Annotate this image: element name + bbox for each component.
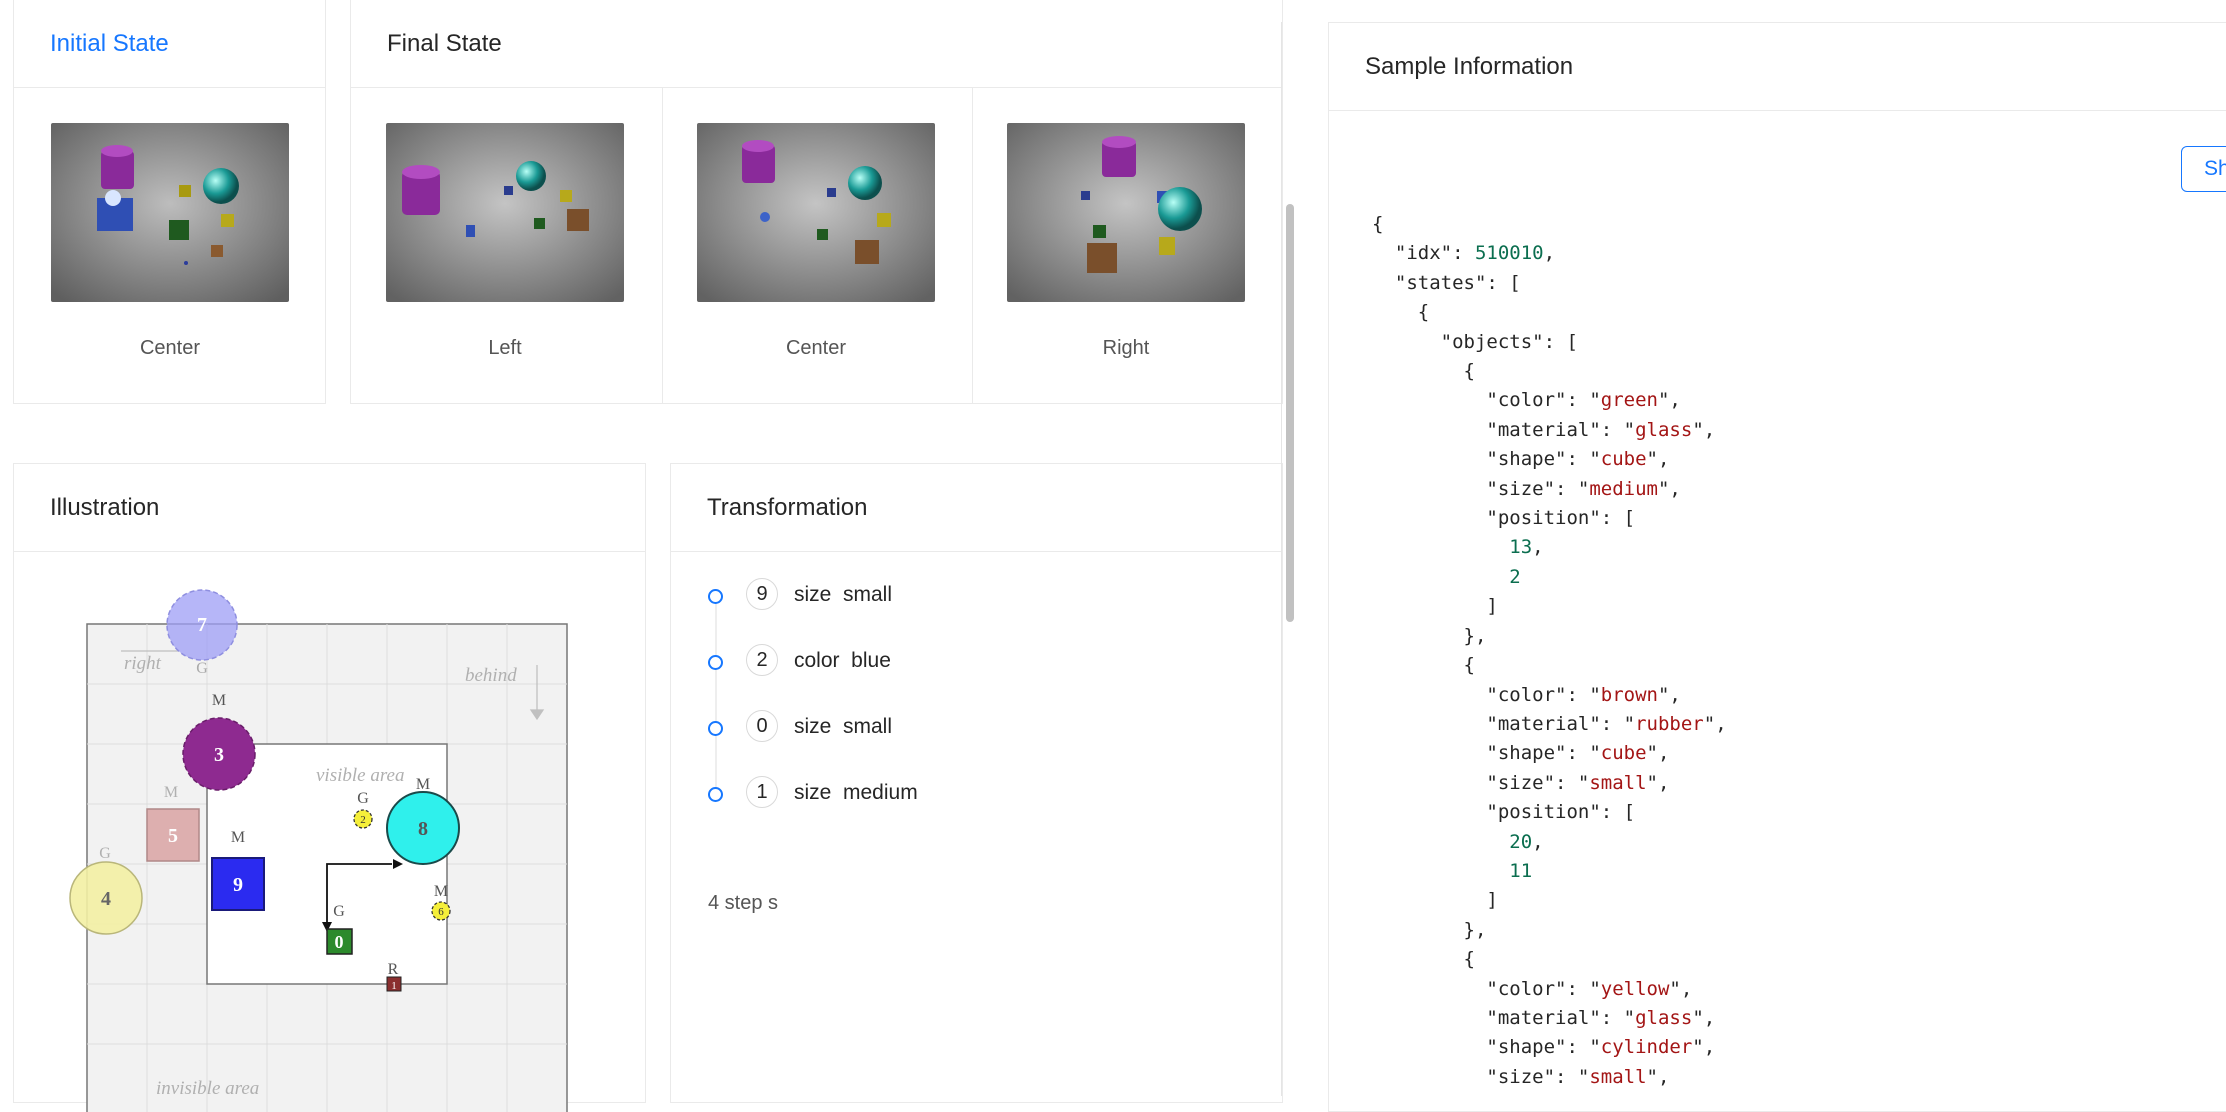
- json-value: brown: [1600, 683, 1658, 706]
- object-badge: 0: [746, 710, 778, 742]
- object-3-id: 3: [214, 744, 224, 766]
- initial-center-image: [51, 123, 289, 302]
- final-caption-left: Left: [488, 337, 522, 359]
- object-3-material: M: [212, 692, 226, 709]
- final-state-title[interactable]: Final State: [351, 0, 1282, 88]
- final-center-image: [697, 123, 935, 302]
- timeline-dot-icon: [708, 589, 723, 604]
- json-value: 11: [1509, 859, 1533, 882]
- object-0-material: G: [333, 903, 345, 920]
- final-divider-1: [662, 88, 663, 404]
- json-value: 13: [1509, 536, 1533, 559]
- final-caption-center: Center: [785, 337, 847, 359]
- json-value: 2: [1509, 565, 1521, 588]
- object-1-material: R: [388, 961, 399, 978]
- timeline: 9 size small 2 color blue 0 size small 1…: [708, 577, 1268, 877]
- json-value: green: [1600, 389, 1658, 412]
- step-description: color blue: [794, 649, 891, 672]
- step-description: size small: [794, 715, 893, 738]
- final-right-image: [1007, 123, 1245, 302]
- json-idx: 510010: [1474, 242, 1544, 265]
- json-value: cube: [1600, 742, 1647, 765]
- sample-info-title: Sample Information: [1329, 23, 2226, 111]
- object-2-material: G: [357, 790, 369, 807]
- object-9-id: 9: [233, 874, 243, 896]
- object-badge: 9: [746, 578, 778, 610]
- scene-render: [51, 123, 289, 302]
- illustration-card: Illustration visible area invisible area…: [13, 463, 646, 1112]
- json-value: cylinder: [1600, 1036, 1693, 1059]
- label-behind: behind: [465, 665, 517, 686]
- json-value: small: [1589, 1065, 1647, 1088]
- scene-render: [386, 123, 624, 302]
- illustration-diagram: visible area invisible area right behind…: [69, 589, 568, 1112]
- object-5-id: 5: [168, 825, 178, 847]
- initial-caption-center: Center: [139, 337, 201, 359]
- object-9-material: M: [231, 829, 245, 846]
- show-button[interactable]: Sh: [2181, 146, 2226, 192]
- final-divider-2: [972, 88, 973, 404]
- transformation-title: Transformation: [671, 464, 1282, 552]
- timeline-dot-icon: [708, 787, 723, 802]
- json-value: rubber: [1635, 712, 1704, 735]
- timeline-dot-icon: [708, 721, 723, 736]
- json-value: glass: [1635, 418, 1693, 441]
- object-4-material: G: [99, 845, 111, 862]
- object-4-id: 4: [101, 888, 111, 910]
- step-description: size small: [794, 583, 893, 606]
- object-badge: 1: [746, 776, 778, 808]
- scene-render: [1007, 123, 1245, 302]
- initial-state-title[interactable]: Initial State: [14, 0, 325, 88]
- step-summary: 4 step s: [708, 892, 779, 914]
- step-description: size medium: [794, 781, 918, 804]
- json-value: yellow: [1600, 977, 1670, 1000]
- json-value: cube: [1600, 448, 1647, 471]
- json-value: glass: [1635, 1006, 1693, 1029]
- timeline-line: [715, 597, 717, 795]
- object-0-id: 0: [335, 932, 344, 952]
- initial-state-card: Initial State Center: [13, 0, 326, 404]
- object-7-material: G: [196, 660, 208, 677]
- json-value: medium: [1589, 477, 1658, 500]
- object-5-material: M: [164, 784, 178, 801]
- final-caption-right: Right: [1102, 337, 1150, 359]
- label-visible-area: visible area: [316, 765, 404, 786]
- final-left-image: [386, 123, 624, 302]
- label-right: right: [124, 653, 162, 674]
- final-state-card: Final State Left Center Right: [350, 0, 1283, 404]
- object-7-id: 7: [197, 614, 207, 636]
- panel-divider: [1281, 22, 1282, 1096]
- scrollbar-thumb[interactable]: [1286, 204, 1294, 622]
- timeline-dot-icon: [708, 655, 723, 670]
- object-badge: 2: [746, 644, 778, 676]
- json-viewer: { "idx": 510010, "states": [ { "objects"…: [1372, 213, 1727, 1088]
- object-6-id: 6: [438, 906, 444, 918]
- object-6-material: M: [434, 883, 448, 900]
- json-value: 20: [1509, 830, 1533, 853]
- scene-render: [697, 123, 935, 302]
- transformation-card: Transformation 9 size small 2 color blue…: [670, 463, 1283, 1103]
- object-1-id: 1: [391, 980, 397, 992]
- object-8-id: 8: [418, 818, 428, 840]
- illustration-title: Illustration: [14, 464, 645, 552]
- object-2-id: 2: [360, 814, 366, 826]
- object-8-material: M: [416, 776, 430, 793]
- json-value: small: [1589, 771, 1647, 794]
